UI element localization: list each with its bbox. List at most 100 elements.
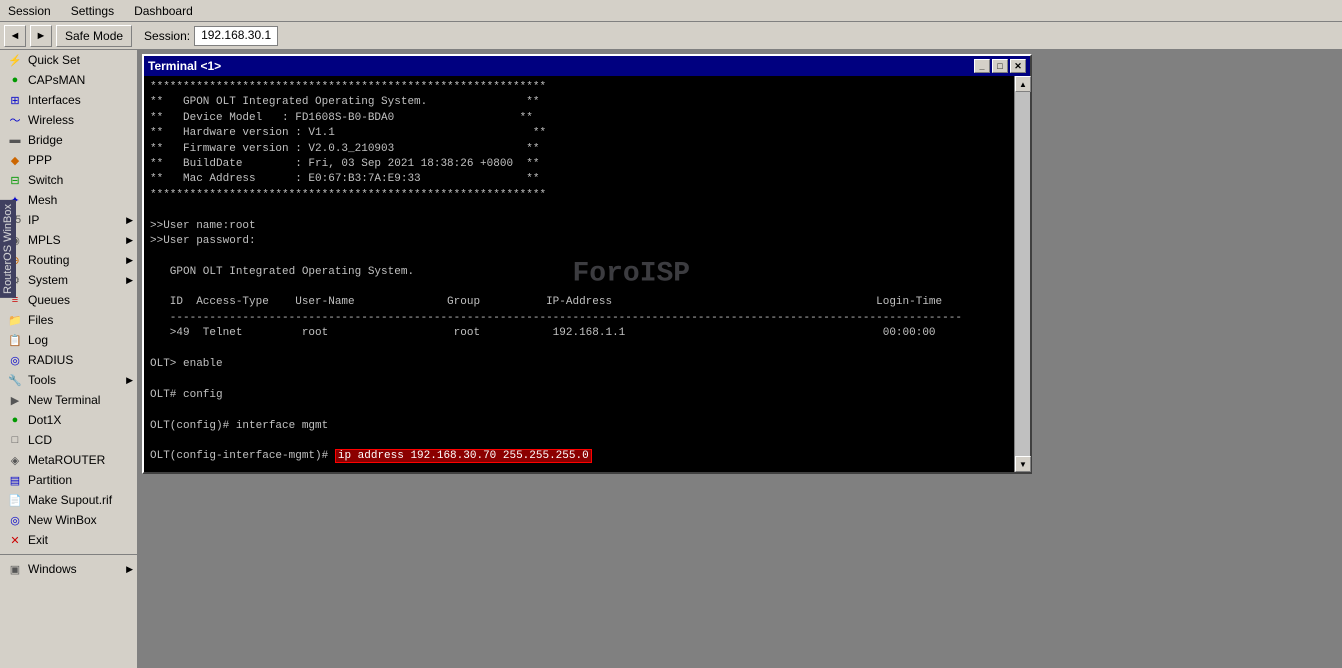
sidebar-item-bridge[interactable]: ▬ Bridge (0, 130, 137, 150)
sidebar-icon-interfaces: ⊞ (8, 93, 22, 107)
sidebar-label-partition: Partition (28, 473, 72, 487)
menu-session[interactable]: Session (4, 2, 55, 20)
terminal-scrollbar: ▲ ▼ (1014, 76, 1030, 472)
menu-dashboard[interactable]: Dashboard (130, 2, 197, 20)
terminal-prompt: OLT(config-interface-mgmt)# (150, 450, 335, 462)
sidebar-label-metarouter: MetaROUTER (28, 453, 105, 467)
sidebar-label-tools: Tools (28, 373, 56, 387)
sidebar-item-new-terminal[interactable]: ▶ New Terminal (0, 390, 137, 410)
sidebar-arrow-system: ▶ (126, 275, 133, 286)
sidebar-label-ppp: PPP (28, 153, 52, 167)
sidebar-icon-capsman: ● (8, 73, 22, 87)
sidebar-label-switch: Switch (28, 173, 63, 187)
sidebar-item-queues[interactable]: ≡ Queues (0, 290, 137, 310)
sidebar-arrow-windows: ▶ (126, 564, 133, 575)
scroll-up-button[interactable]: ▲ (1015, 76, 1031, 92)
sidebar-item-tools[interactable]: 🔧 Tools ▶ (0, 370, 137, 390)
safe-mode-button[interactable]: Safe Mode (56, 25, 132, 47)
scroll-track (1015, 92, 1030, 456)
sidebar-item-capsman[interactable]: ● CAPsMAN (0, 70, 137, 90)
terminal-titlebar: Terminal <1> _ □ ✕ (144, 56, 1030, 76)
sidebar-item-system[interactable]: ⚙ System ▶ (0, 270, 137, 290)
sidebar-item-switch[interactable]: ⊟ Switch (0, 170, 137, 190)
sidebar-icon-make-supout: 📄 (8, 493, 22, 507)
sidebar-item-dot1x[interactable]: ● Dot1X (0, 410, 137, 430)
sidebar-icon-ppp: ◆ (8, 153, 22, 167)
sidebar-label-exit: Exit (28, 533, 48, 547)
terminal-maximize-button[interactable]: □ (992, 59, 1008, 73)
session-label: Session: (144, 29, 190, 43)
sidebar-icon-new-terminal: ▶ (8, 393, 22, 407)
session-ip: 192.168.30.1 (194, 26, 278, 46)
scroll-down-button[interactable]: ▼ (1015, 456, 1031, 472)
sidebar-label-queues: Queues (28, 293, 70, 307)
sidebar-label-wireless: Wireless (28, 113, 74, 127)
sidebar-item-make-supout[interactable]: 📄 Make Supout.rif (0, 490, 137, 510)
sidebar-icon-exit: ✕ (8, 533, 22, 547)
sidebar-icon-tools: 🔧 (8, 373, 22, 387)
sidebar-label-log: Log (28, 333, 48, 347)
sidebar-icon-lcd: □ (8, 433, 22, 447)
sidebar-label-lcd: LCD (28, 433, 52, 447)
sidebar-label-capsman: CAPsMAN (28, 73, 85, 87)
sidebar-item-wireless[interactable]: 〜 Wireless (0, 110, 137, 130)
sidebar-separator (0, 554, 137, 555)
sidebar-label-windows: Windows (28, 562, 77, 576)
terminal-controls: _ □ ✕ (974, 59, 1026, 73)
sidebar-icon-quick-set: ⚡ (8, 53, 22, 67)
sidebar-item-mpls[interactable]: ◉ MPLS ▶ (0, 230, 137, 250)
terminal-title: Terminal <1> (148, 59, 221, 73)
sidebar-item-files[interactable]: 📁 Files (0, 310, 137, 330)
terminal-command: ip address 192.168.30.70 255.255.255.0 (335, 449, 592, 463)
sidebar-icon-dot1x: ● (8, 413, 22, 427)
sidebar-item-interfaces[interactable]: ⊞ Interfaces (0, 90, 137, 110)
terminal-minimize-button[interactable]: _ (974, 59, 990, 73)
sidebar-label-interfaces: Interfaces (28, 93, 81, 107)
terminal-body[interactable]: ****************************************… (144, 76, 1030, 472)
sidebar-item-new-winbox[interactable]: ◎ New WinBox (0, 510, 137, 530)
sidebar-label-mpls: MPLS (28, 233, 61, 247)
sidebar-label-dot1x: Dot1X (28, 413, 61, 427)
sidebar-label-new-winbox: New WinBox (28, 513, 97, 527)
sidebar-item-log[interactable]: 📋 Log (0, 330, 137, 350)
sidebar-item-windows[interactable]: ▣ Windows ▶ (0, 559, 137, 579)
sidebar-icon-radius: ◎ (8, 353, 22, 367)
sidebar-icon-log: 📋 (8, 333, 22, 347)
sidebar-item-exit[interactable]: ✕ Exit (0, 530, 137, 550)
sidebar-icon-partition: ▤ (8, 473, 22, 487)
menu-settings[interactable]: Settings (67, 2, 118, 20)
forward-button[interactable]: ► (30, 25, 52, 47)
terminal-command-line: OLT(config-interface-mgmt)# ip address 1… (150, 449, 1024, 464)
sidebar-item-ip[interactable]: 55 IP ▶ (0, 210, 137, 230)
sidebar-item-mesh[interactable]: ✦ Mesh (0, 190, 137, 210)
os-label: RouterOS WinBox (0, 200, 16, 298)
terminal-close-button[interactable]: ✕ (1010, 59, 1026, 73)
sidebar-label-new-terminal: New Terminal (28, 393, 100, 407)
sidebar-icon-bridge: ▬ (8, 133, 22, 147)
sidebar: ⚡ Quick Set ● CAPsMAN ⊞ Interfaces 〜 Wir… (0, 50, 138, 668)
sidebar-icon-new-winbox: ◎ (8, 513, 22, 527)
sidebar-icon-metarouter: ◈ (8, 453, 22, 467)
sidebar-label-radius: RADIUS (28, 353, 73, 367)
back-button[interactable]: ◄ (4, 25, 26, 47)
sidebar-label-mesh: Mesh (28, 193, 57, 207)
sidebar-arrow-mpls: ▶ (126, 235, 133, 246)
sidebar-item-partition[interactable]: ▤ Partition (0, 470, 137, 490)
sidebar-label-bridge: Bridge (28, 133, 63, 147)
sidebar-item-lcd[interactable]: □ LCD (0, 430, 137, 450)
sidebar-arrow-ip: ▶ (126, 215, 133, 226)
sidebar-item-routing[interactable]: ⊕ Routing ▶ (0, 250, 137, 270)
sidebar-icon-files: 📁 (8, 313, 22, 327)
sidebar-item-ppp[interactable]: ◆ PPP (0, 150, 137, 170)
sidebar-item-quick-set[interactable]: ⚡ Quick Set (0, 50, 137, 70)
sidebar-label-make-supout: Make Supout.rif (28, 493, 112, 507)
sidebar-item-metarouter[interactable]: ◈ MetaROUTER (0, 450, 137, 470)
sidebar-item-radius[interactable]: ◎ RADIUS (0, 350, 137, 370)
terminal-text: ****************************************… (150, 80, 1024, 449)
terminal-window: Terminal <1> _ □ ✕ *********************… (142, 54, 1032, 474)
sidebar-icon-wireless: 〜 (8, 113, 22, 127)
sidebar-label-system: System (28, 273, 68, 287)
sidebar-label-routing: Routing (28, 253, 69, 267)
sidebar-label-quick-set: Quick Set (28, 53, 80, 67)
sidebar-arrow-tools: ▶ (126, 375, 133, 386)
